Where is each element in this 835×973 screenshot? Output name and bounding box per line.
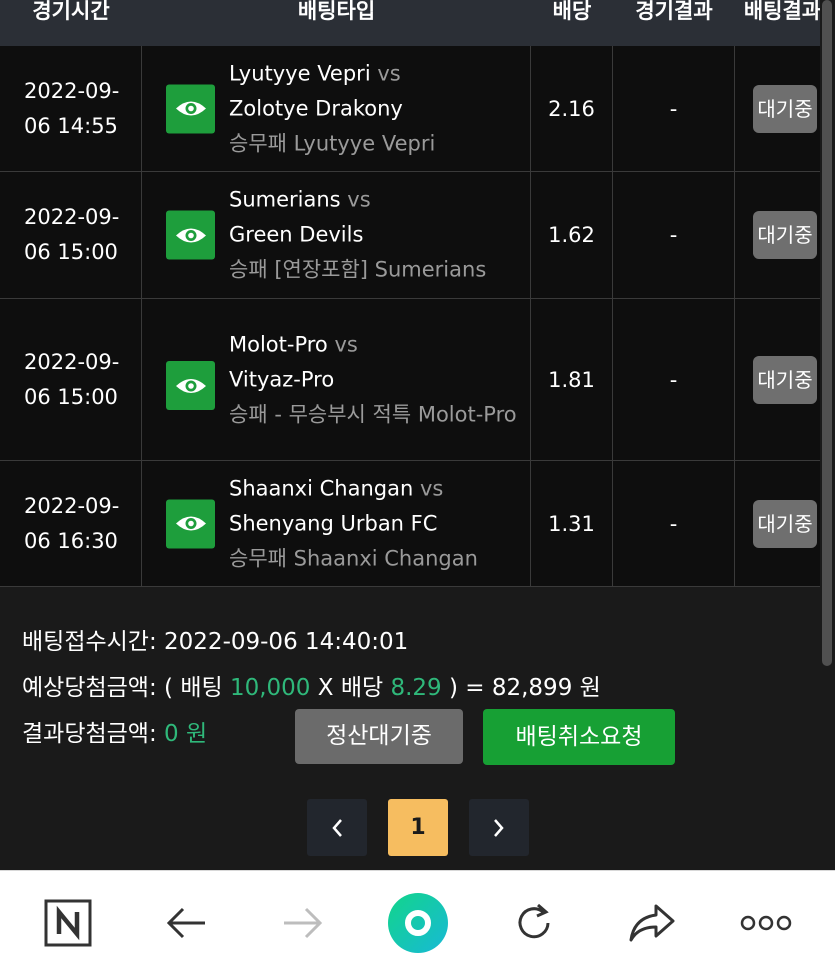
more-icon[interactable] <box>738 891 794 955</box>
header-match-time: 경기시간 <box>32 0 110 22</box>
vs-label: vs <box>334 332 358 356</box>
away-team: Shenyang Urban FC <box>229 511 438 535</box>
table-header: 경기시간 배팅타입 배당 경기결과 배팅결과 <box>0 0 821 46</box>
share-icon[interactable] <box>624 891 680 955</box>
header-match-result: 경기결과 <box>635 0 713 22</box>
receipt-time-label: 배팅접수시간: <box>22 629 157 655</box>
bet-type-desc: 승패 - 무승부시 적특 Molot-Pro <box>229 402 517 426</box>
bet-amount: 10,000 <box>229 675 311 701</box>
match-time: 2022-09-06 16:30 <box>24 493 120 553</box>
receipt-time-line: 배팅접수시간: 2022-09-06 14:40:01 <box>22 622 601 668</box>
naver-n-icon[interactable] <box>38 891 98 955</box>
match-result: - <box>669 96 678 121</box>
odds-value: 2.16 <box>548 96 595 121</box>
match-time: 2022-09-06 15:00 <box>24 205 120 264</box>
table-row: 2022-09-06 15:00 Sumerians vs Green Devi… <box>0 172 820 299</box>
times-odds-label: X 배당 <box>317 675 384 701</box>
expected-win-line: 예상당첨금액: ( 배팅 10,000 X 배당 8.29 ) = 82,899… <box>22 668 601 714</box>
bet-table: 2022-09-06 14:55 Lyutyye Vepri vs Zoloty… <box>0 46 820 587</box>
result-win-label: 결과당첨금액: <box>22 721 157 747</box>
match-result: - <box>669 511 678 536</box>
header-bet-type: 배팅타입 <box>297 0 376 22</box>
expected-total: ) = 82,899 원 <box>448 675 601 701</box>
status-badge: 대기중 <box>753 355 817 404</box>
vs-label: vs <box>419 476 444 500</box>
status-badge: 대기중 <box>753 84 817 133</box>
home-team: Sumerians <box>229 187 341 212</box>
total-odds: 8.29 <box>390 675 442 701</box>
status-badge: 대기중 <box>753 499 817 548</box>
bet-type-desc: 승무패 Shaanxi Changan <box>229 546 478 570</box>
header-odds: 배당 <box>552 0 592 22</box>
eye-icon <box>175 101 206 116</box>
page-button-current[interactable]: 1 <box>388 799 448 856</box>
eye-icon <box>175 516 206 531</box>
match-time: 2022-09-06 15:00 <box>24 349 120 409</box>
view-details-button[interactable] <box>166 84 215 133</box>
eye-icon <box>175 228 206 242</box>
match-result: - <box>669 223 678 247</box>
scrollbar-thumb[interactable] <box>822 0 832 666</box>
table-row: 2022-09-06 15:00 Molot-Pro vs Vityaz-Pro… <box>0 299 820 461</box>
away-team: Vityaz-Pro <box>229 367 335 391</box>
bet-type-info: Molot-Pro vs Vityaz-Pro 승패 - 무승부시 적특 Mol… <box>229 327 519 432</box>
next-page-button[interactable] <box>469 799 529 856</box>
bet-type-desc: 승패 [연장포함] Sumerians <box>229 257 487 282</box>
home-team: Lyutyye Vepri <box>229 61 371 85</box>
forward-arrow-icon <box>277 891 329 955</box>
vs-label: vs <box>347 187 371 212</box>
result-win-value: 0 원 <box>164 721 208 747</box>
vs-label: vs <box>377 61 401 85</box>
table-row: 2022-09-06 16:30 Shaanxi Changan vs Shen… <box>0 461 820 587</box>
bet-type-info: Shaanxi Changan vs Shenyang Urban FC 승무패… <box>229 471 519 576</box>
home-team: Shaanxi Changan <box>229 476 414 500</box>
prev-page-button[interactable] <box>307 799 367 856</box>
expected-open: ( 배팅 <box>164 675 223 701</box>
view-details-button[interactable] <box>166 210 215 260</box>
settle-pending-button[interactable]: 정산대기중 <box>295 709 463 764</box>
receipt-time-value: 2022-09-06 14:40:01 <box>164 629 409 655</box>
away-team: Zolotye Drakony <box>229 96 403 120</box>
chevron-right-icon <box>494 818 504 837</box>
match-result: - <box>669 367 678 392</box>
bet-type-info: Sumerians vs Green Devils 승패 [연장포함] Sume… <box>229 183 519 288</box>
header-bet-result: 배팅결과 <box>743 0 822 22</box>
browser-bottom-bar <box>0 870 835 973</box>
expected-win-label: 예상당첨금액: <box>22 675 157 701</box>
cancel-bet-button[interactable]: 배팅취소요청 <box>483 709 675 765</box>
eye-icon <box>175 378 206 393</box>
bet-type-info: Lyutyye Vepri vs Zolotye Drakony 승무패 Lyu… <box>229 56 519 161</box>
refresh-icon[interactable] <box>508 891 560 955</box>
odds-value: 1.62 <box>548 223 595 247</box>
odds-value: 1.31 <box>548 511 595 536</box>
status-badge: 대기중 <box>753 211 817 259</box>
table-row: 2022-09-06 14:55 Lyutyye Vepri vs Zoloty… <box>0 46 820 172</box>
view-details-button[interactable] <box>166 499 215 548</box>
view-details-button[interactable] <box>166 361 215 410</box>
home-team: Molot-Pro <box>229 332 328 356</box>
bet-type-desc: 승무패 Lyutyye Vepri <box>229 131 436 155</box>
odds-value: 1.81 <box>548 367 595 392</box>
match-time: 2022-09-06 14:55 <box>24 78 120 138</box>
chevron-left-icon <box>332 818 342 837</box>
back-arrow-icon[interactable] <box>160 891 212 955</box>
home-circle-icon[interactable] <box>386 891 450 955</box>
away-team: Green Devils <box>229 222 364 247</box>
